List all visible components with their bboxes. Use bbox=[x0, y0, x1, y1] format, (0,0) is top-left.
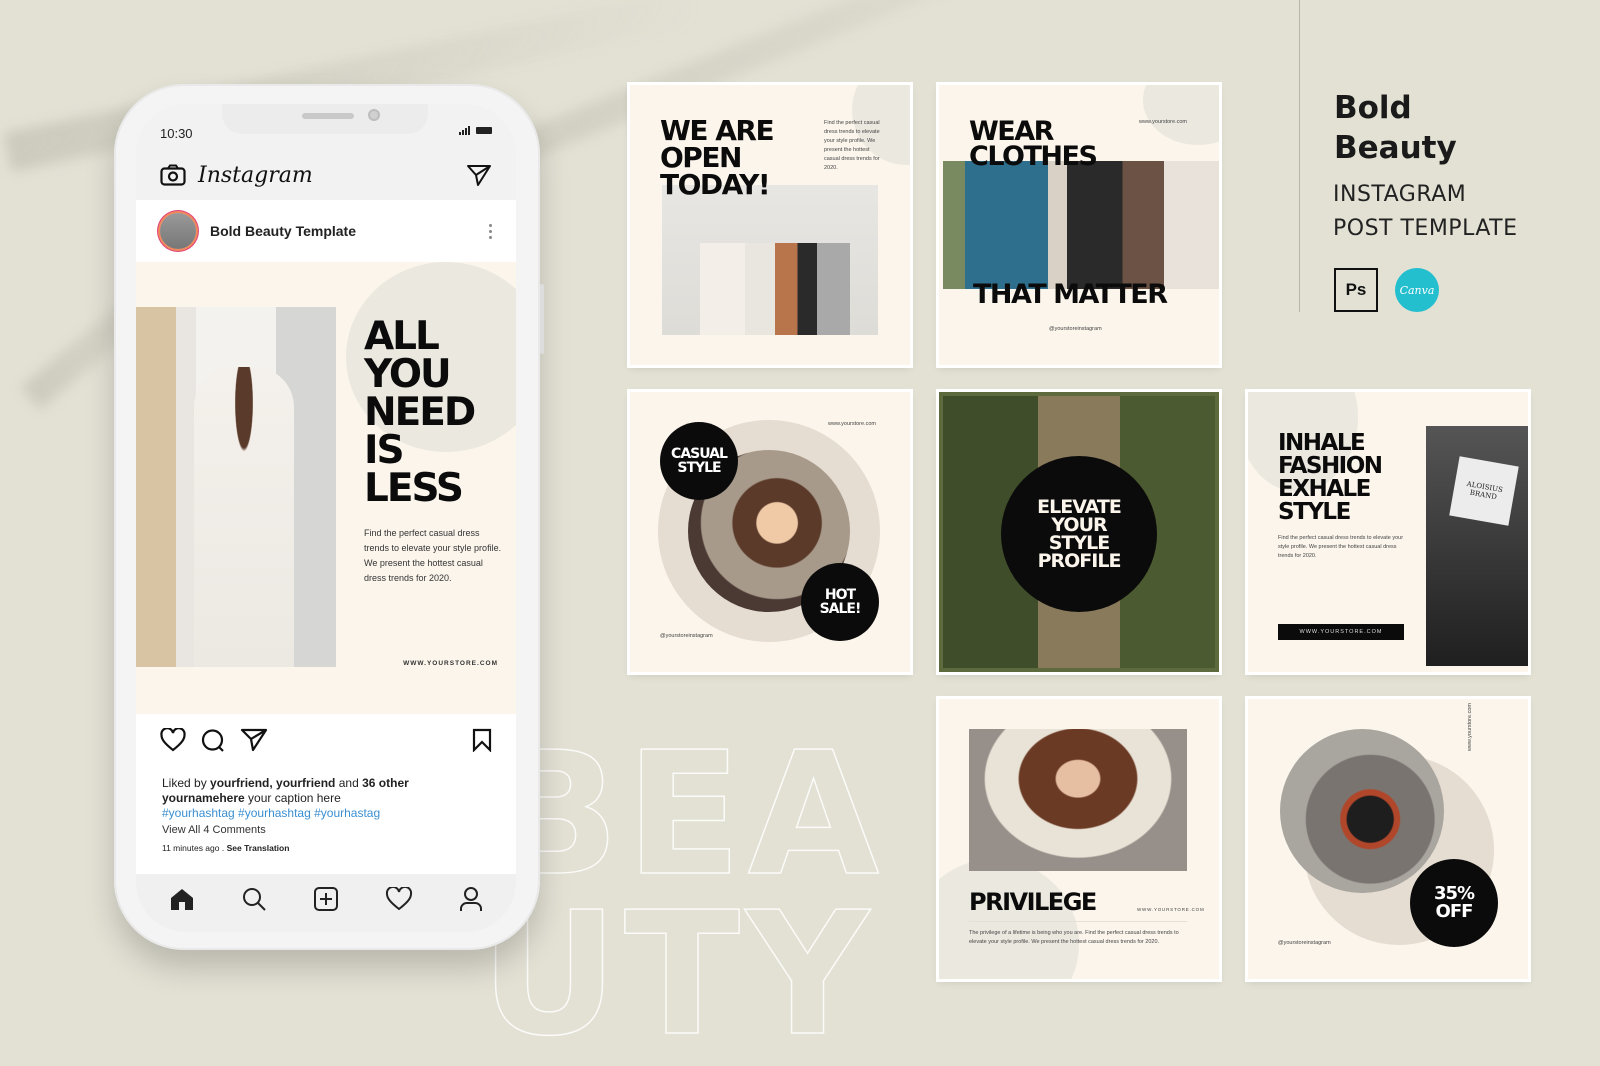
template-card-casual-style[interactable]: CASUAL STYLE HOT SALE! www.yourstore.com @… bbox=[630, 392, 910, 672]
add-post-icon[interactable] bbox=[313, 886, 339, 912]
bottom-tab-bar bbox=[136, 874, 516, 932]
bookmark-icon[interactable] bbox=[472, 728, 492, 752]
phone-mockup: 10:30 Instagram Bold Beauty Template ALL… bbox=[114, 84, 544, 950]
card-url: www.yourstore.com bbox=[1139, 119, 1187, 125]
elevate-badge: ELEVATE YOUR STYLE PROFILE bbox=[1001, 456, 1157, 612]
signal-icon bbox=[459, 126, 470, 135]
woman-door-photo bbox=[943, 161, 1219, 289]
phone-side-button bbox=[540, 284, 544, 354]
divider-line bbox=[969, 921, 1187, 922]
beauty-watermark: BEA UTY bbox=[479, 716, 886, 1066]
view-comments-link[interactable]: View All 4 Comments bbox=[162, 824, 266, 836]
camera-icon[interactable] bbox=[160, 164, 186, 186]
status-time: 10:30 bbox=[160, 126, 193, 141]
post-headline: ALL YOU NEED IS LESS bbox=[364, 314, 476, 511]
likes-caption: Liked by yourfriend, yourfriend and 36 o… bbox=[162, 776, 409, 821]
product-subtitle: INSTAGRAM POST TEMPLATE bbox=[1333, 182, 1518, 241]
avatar[interactable] bbox=[160, 213, 196, 249]
card-headline-top: WEAR CLOTHES bbox=[969, 116, 1098, 172]
card-url: WWW.YOURSTORE.COM bbox=[1137, 907, 1205, 912]
template-card-inhale[interactable]: ALOISIUS BRAND INHALE FASHION EXHALE STY… bbox=[1248, 392, 1528, 672]
model-figure bbox=[194, 367, 294, 667]
store-url-button[interactable]: WWW.YOURSTORE.COM bbox=[1278, 624, 1404, 640]
card-body-text: Find the perfect casual dress trends to … bbox=[1278, 535, 1404, 559]
time-ago: 11 minutes ago . See Translation bbox=[162, 843, 290, 853]
heart-icon[interactable] bbox=[385, 887, 413, 911]
more-options-icon[interactable] bbox=[489, 223, 492, 239]
speaker-icon bbox=[302, 113, 354, 119]
decorative-circle bbox=[939, 859, 1079, 979]
see-translation-link[interactable]: See Translation bbox=[227, 843, 290, 853]
clothes-rack-photo bbox=[662, 185, 878, 335]
like-heart-icon[interactable] bbox=[160, 728, 186, 752]
casual-style-badge: CASUAL STYLE bbox=[660, 422, 738, 500]
template-card-discount[interactable]: 35% OFF www.yourstore.com @yourstoreinsta… bbox=[1248, 699, 1528, 979]
vertical-divider bbox=[1299, 0, 1300, 312]
discount-badge: 35% OFF bbox=[1410, 859, 1498, 947]
hot-sale-badge: HOT SALE! bbox=[801, 563, 879, 641]
template-card-wear-clothes[interactable]: WEAR CLOTHES THAT MATTER www.yourstore.c… bbox=[939, 85, 1219, 365]
caption-username[interactable]: yournamehere bbox=[162, 791, 245, 805]
post-url: WWW.YOURSTORE.COM bbox=[403, 660, 498, 667]
card-headline-bottom: THAT MATTER bbox=[973, 279, 1168, 310]
decorative-circle bbox=[1143, 85, 1219, 145]
card-headline: PRIVILEGE bbox=[969, 888, 1097, 916]
card-handle: @yourstoreinstagram bbox=[660, 633, 713, 639]
profile-icon[interactable] bbox=[459, 886, 483, 912]
send-icon[interactable] bbox=[466, 163, 492, 187]
template-card-open-today[interactable]: WE ARE OPEN TODAY! Find the perfect casu… bbox=[630, 85, 910, 365]
template-card-elevate[interactable]: ELEVATE YOUR STYLE PROFILE bbox=[939, 392, 1219, 672]
status-icons bbox=[459, 126, 492, 135]
card-headline: INHALE FASHION EXHALE STYLE bbox=[1278, 430, 1383, 525]
phone-screen: 10:30 Instagram Bold Beauty Template ALL… bbox=[136, 104, 516, 932]
liked-count[interactable]: 36 other bbox=[362, 776, 409, 790]
post-header: Bold Beauty Template bbox=[136, 200, 516, 262]
card-url: www.yourstore.com bbox=[1467, 703, 1473, 751]
action-row bbox=[160, 728, 492, 752]
post-username[interactable]: Bold Beauty Template bbox=[210, 223, 356, 239]
photoshop-icon: Ps bbox=[1334, 268, 1378, 312]
card-body-text: Find the perfect casual dress trends to … bbox=[824, 120, 880, 171]
card-url: www.yourstore.com bbox=[828, 421, 876, 427]
share-icon[interactable] bbox=[240, 728, 268, 752]
caption-text: your caption here bbox=[248, 791, 341, 805]
model-photo bbox=[136, 307, 336, 667]
front-camera-icon bbox=[368, 109, 380, 121]
liked-users-link[interactable]: yourfriend, yourfriend bbox=[210, 776, 335, 790]
post-body-text: Find the perfect casual dress trends to … bbox=[364, 528, 502, 583]
hashtags[interactable]: #yourhashtag #yourhashtag #yourhastag bbox=[162, 806, 409, 821]
product-title: Bold Beauty bbox=[1334, 90, 1457, 166]
card-handle: @yourstoreinstagram bbox=[1278, 940, 1331, 946]
card-headline: WE ARE OPEN TODAY! bbox=[660, 114, 775, 201]
phone-notch bbox=[222, 104, 428, 134]
sweatshirt-print: ALOISIUS BRAND bbox=[1449, 456, 1519, 526]
template-card-privilege[interactable]: PRIVILEGE WWW.YOURSTORE.COM The privileg… bbox=[939, 699, 1219, 979]
post-image: ALL YOU NEED IS LESS Find the perfect ca… bbox=[136, 262, 516, 714]
home-icon[interactable] bbox=[169, 887, 195, 911]
card-handle: @yourstoreinstagram bbox=[1049, 326, 1102, 332]
post-actions: Liked by yourfriend, yourfriend and 36 o… bbox=[136, 714, 516, 874]
sweatshirt-photo: ALOISIUS BRAND bbox=[1426, 426, 1528, 666]
curly-hair-photo bbox=[969, 729, 1187, 871]
canva-icon: Canva bbox=[1395, 268, 1439, 312]
card-body-text: The privilege of a lifetime is being who… bbox=[969, 930, 1179, 945]
clothes-rack bbox=[700, 243, 850, 335]
comment-icon[interactable] bbox=[200, 728, 226, 752]
street-photo bbox=[1280, 729, 1444, 893]
instagram-logo: Instagram bbox=[198, 162, 313, 188]
battery-icon bbox=[476, 127, 492, 134]
search-icon[interactable] bbox=[241, 886, 267, 912]
instagram-header: Instagram bbox=[136, 152, 516, 198]
